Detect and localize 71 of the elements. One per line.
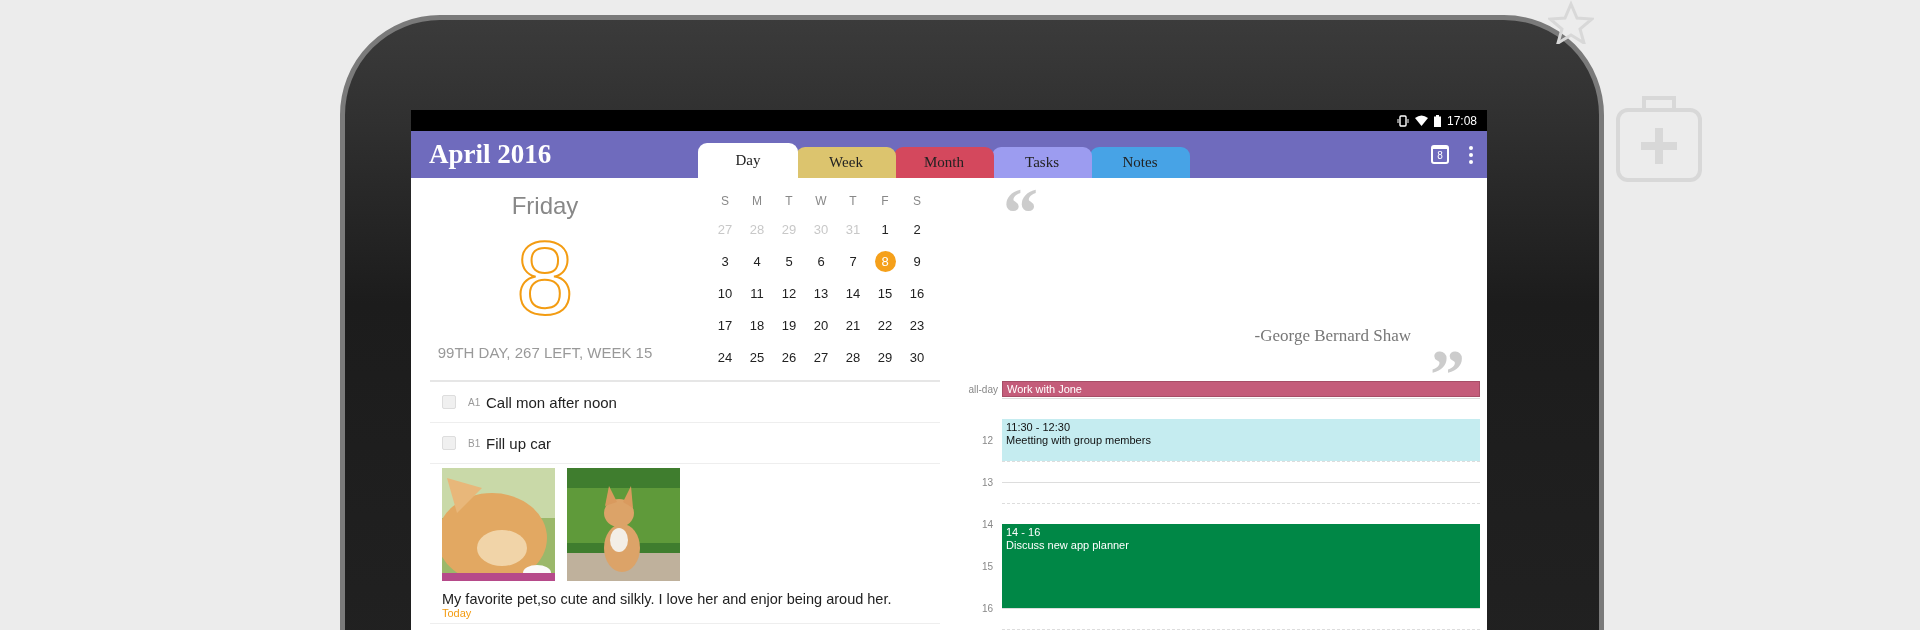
view-tab[interactable]: Notes (1090, 147, 1190, 178)
calendar-day[interactable]: 18 (746, 314, 768, 336)
calendar-day[interactable]: 15 (874, 282, 896, 304)
calendar-event[interactable]: 11:30 - 12:30 Meetting with group members (1002, 419, 1480, 461)
task-title[interactable]: Fill up car (486, 434, 552, 452)
calendar-day[interactable]: 14 (842, 282, 864, 304)
calendar-day[interactable]: 20 (810, 314, 832, 336)
task-priority: A1 (468, 396, 482, 408)
calendar-day[interactable]: 17 (714, 314, 736, 336)
clock: 17:08 (1446, 113, 1477, 128)
more-options-icon[interactable] (1469, 145, 1473, 164)
weekday-header: T (784, 194, 794, 210)
task-priority: B1 (468, 437, 482, 449)
note-date: Today (442, 607, 472, 619)
calendar-day[interactable]: 3 (714, 250, 736, 272)
vibrate-icon (1396, 114, 1409, 127)
weekday-label: Friday (511, 192, 579, 220)
hour-label: 15 (980, 560, 993, 572)
view-tab[interactable]: Tasks (992, 147, 1092, 178)
weekday-header: S (912, 194, 922, 210)
battery-icon (1433, 114, 1441, 127)
calendar-day[interactable]: 12 (778, 282, 800, 304)
all-day-label: all-day (967, 383, 999, 395)
calendar-day[interactable]: 21 (842, 314, 864, 336)
calendar-day[interactable]: 5 (778, 250, 800, 272)
weekday-header: S (720, 194, 730, 210)
all-day-event[interactable]: Work with Jone (1002, 381, 1480, 397)
task-checkbox[interactable] (442, 395, 456, 409)
hour-label: 13 (980, 476, 993, 488)
calendar-day[interactable]: 1 (874, 218, 896, 240)
day-number: 8 (516, 226, 574, 330)
weekday-header: M (751, 194, 763, 210)
calendar-day[interactable]: 2 (906, 218, 928, 240)
hour-label: 12 (980, 434, 993, 446)
calendar-day[interactable]: 6 (810, 250, 832, 272)
calendar-day[interactable]: 28 (842, 346, 864, 368)
calendar-day[interactable]: 9 (906, 250, 928, 272)
calendar-day[interactable]: 23 (906, 314, 928, 336)
today-button[interactable]: 8 (1431, 145, 1449, 164)
calendar-day[interactable]: 10 (714, 282, 736, 304)
star-icon (1548, 0, 1594, 44)
calendar-day[interactable]: 26 (778, 346, 800, 368)
note-text: My favorite pet,so cute and silkly. I love her and enjor being aroud her. (442, 591, 893, 607)
task-checkbox[interactable] (442, 436, 456, 450)
calendar-day[interactable]: 19 (778, 314, 800, 336)
calendar-day[interactable]: 22 (874, 314, 896, 336)
view-tab[interactable]: Day (698, 143, 798, 178)
view-tab[interactable]: Week (796, 147, 896, 178)
calendar-day[interactable]: 11 (746, 282, 768, 304)
day-summary: 99TH DAY, 267 LEFT, WEEK 15 (437, 344, 653, 361)
calendar-day[interactable]: 30 (906, 346, 928, 368)
weekday-header: W (814, 194, 828, 210)
calendar-day[interactable]: 13 (810, 282, 832, 304)
hour-label: 14 (980, 518, 993, 530)
wifi-icon (1414, 115, 1428, 126)
calendar-event[interactable]: 14 - 16 Discuss new app planner (1002, 524, 1480, 608)
calendar-day[interactable]: 16 (906, 282, 928, 304)
quote-author: -George Bernard Shaw (1254, 326, 1411, 346)
weekday-header: T (848, 194, 858, 210)
hour-label: 16 (980, 602, 993, 614)
view-tab[interactable]: Month (894, 147, 994, 178)
calendar-day[interactable]: 4 (746, 250, 768, 272)
calendar-day[interactable]: 29 (874, 346, 896, 368)
calendar-day[interactable]: 24 (714, 346, 736, 368)
calendar-day[interactable]: 7 (842, 250, 864, 272)
month-title: April 2016 (428, 139, 553, 170)
open-quote-mark: “ (1003, 178, 1038, 248)
task-title[interactable]: Call mon after noon (486, 393, 617, 411)
calendar-day[interactable]: 25 (746, 346, 768, 368)
weekday-header: F (880, 194, 890, 210)
calendar-day[interactable]: 27 (810, 346, 832, 368)
